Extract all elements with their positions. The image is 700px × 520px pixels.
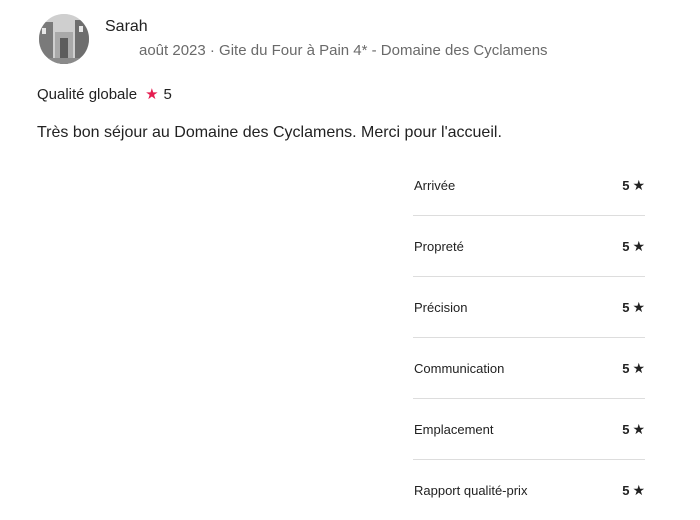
star-icon: ★ (632, 238, 645, 254)
rating-score: 5 (622, 239, 630, 254)
star-icon: ★ (632, 482, 645, 498)
rating-label: Arrivée (414, 178, 456, 193)
rating-score: 5 (622, 178, 630, 193)
rating-row-precision: Précision 5 ★ (413, 277, 645, 338)
rating-row-rapport-qualite-prix: Rapport qualité-prix 5 ★ (413, 460, 645, 520)
review-text: Très bon séjour au Domaine des Cyclamens… (37, 124, 502, 141)
rating-score: 5 (622, 483, 630, 498)
stay-meta: août 2023 · Gite du Four à Pain 4* - Dom… (139, 42, 548, 59)
avatar-photo (39, 14, 89, 64)
star-icon: ★ (145, 86, 159, 103)
overall-rating: Qualité globale ★ 5 (37, 85, 172, 104)
reviewer-name: Sarah (105, 18, 148, 35)
rating-label: Emplacement (414, 422, 494, 437)
overall-label: Qualité globale (37, 85, 138, 103)
rating-value: 5 ★ (622, 360, 645, 377)
overall-score: 5 (163, 85, 172, 103)
rating-score: 5 (622, 361, 630, 376)
rating-label: Propreté (414, 239, 464, 254)
star-icon: ★ (632, 360, 645, 376)
reviewer-avatar[interactable] (39, 14, 89, 64)
rating-value: 5 ★ (622, 482, 645, 499)
rating-score: 5 (622, 300, 630, 315)
rating-label: Précision (414, 300, 468, 315)
star-icon: ★ (632, 299, 645, 315)
rating-label: Communication (414, 361, 505, 376)
rating-row-emplacement: Emplacement 5 ★ (413, 399, 645, 460)
rating-row-arrivee: Arrivée 5 ★ (413, 155, 645, 216)
category-ratings: Arrivée 5 ★ Propreté 5 ★ Précision 5 ★ C… (413, 155, 645, 520)
rating-score: 5 (622, 422, 630, 437)
rating-value: 5 ★ (622, 299, 645, 316)
rating-value: 5 ★ (622, 238, 645, 255)
rating-label: Rapport qualité-prix (414, 483, 528, 498)
star-icon: ★ (632, 421, 645, 437)
rating-value: 5 ★ (622, 177, 645, 194)
rating-value: 5 ★ (622, 421, 645, 438)
star-icon: ★ (632, 177, 645, 193)
rating-row-proprete: Propreté 5 ★ (413, 216, 645, 277)
rating-row-communication: Communication 5 ★ (413, 338, 645, 399)
